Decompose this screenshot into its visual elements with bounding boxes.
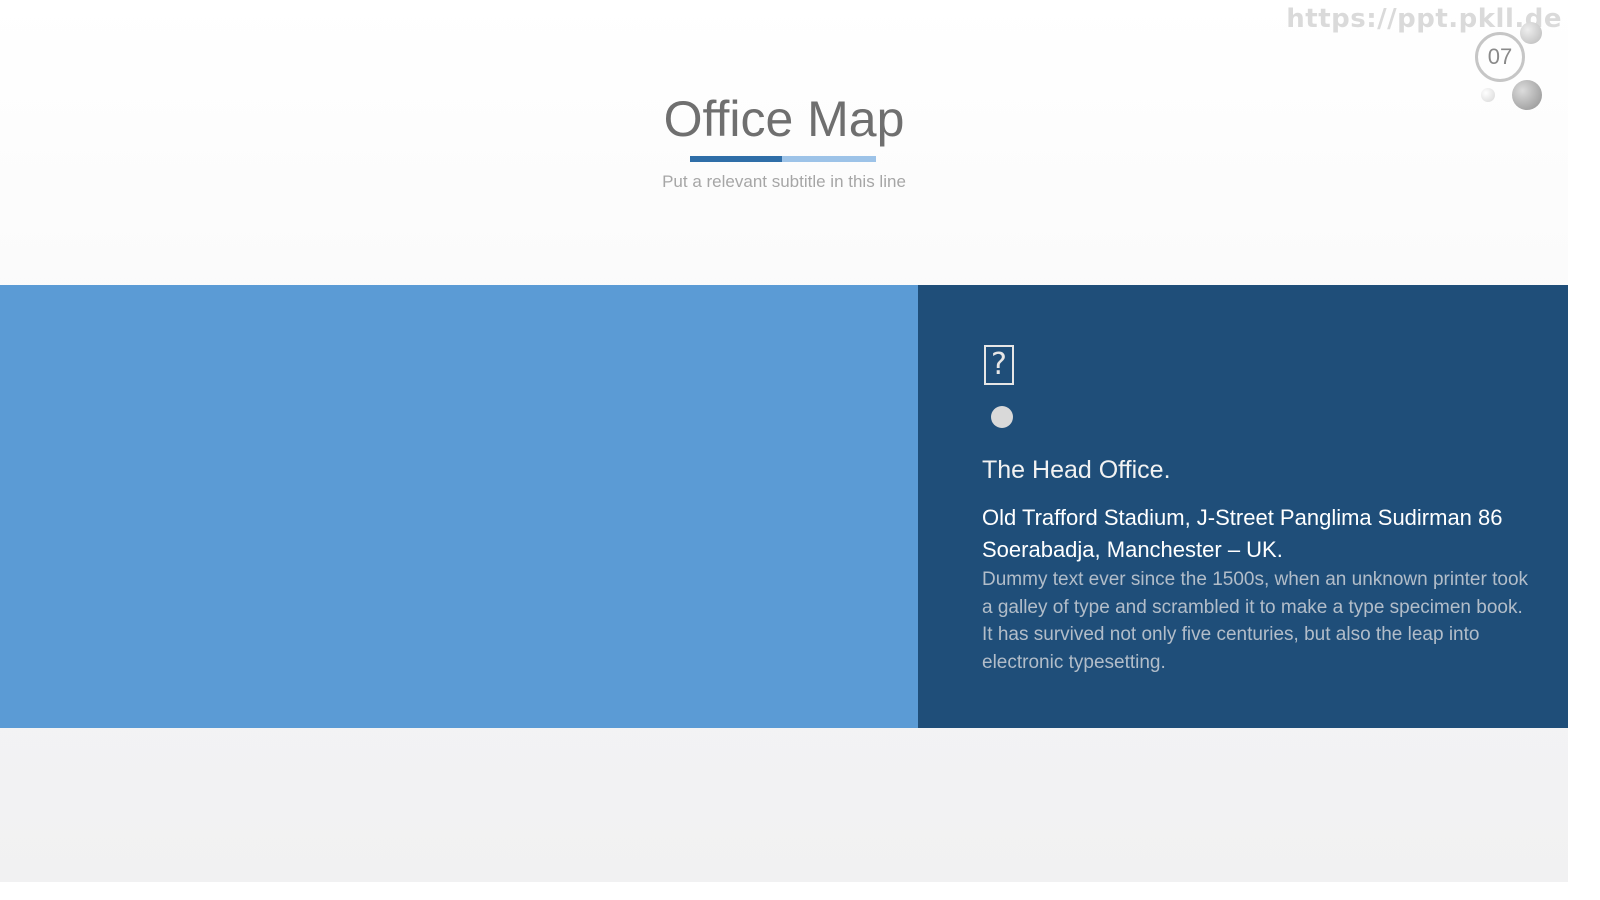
slide: https://ppt.pkll.de 07 Office Map Put a … [0, 0, 1568, 882]
location-pin-icon [991, 406, 1013, 428]
office-info-panel: ? The Head Office. Old Trafford Stadium,… [918, 285, 1568, 728]
office-address: Old Trafford Stadium, J-Street Panglima … [982, 505, 1503, 562]
slide-subtitle: Put a relevant subtitle in this line [662, 172, 906, 191]
office-heading: The Head Office. [982, 456, 1171, 484]
underline-dark-segment [690, 156, 782, 162]
map-panel [0, 285, 918, 728]
missing-image-icon: ? [984, 345, 1014, 385]
underline-light-segment [782, 156, 876, 162]
title-underline [690, 156, 876, 162]
decor-bubble [1520, 22, 1542, 44]
page-number-badge: 07 [1475, 32, 1525, 82]
office-description: Dummy text ever since the 1500s, when an… [982, 569, 1529, 673]
slide-title: Office Map [663, 91, 905, 147]
